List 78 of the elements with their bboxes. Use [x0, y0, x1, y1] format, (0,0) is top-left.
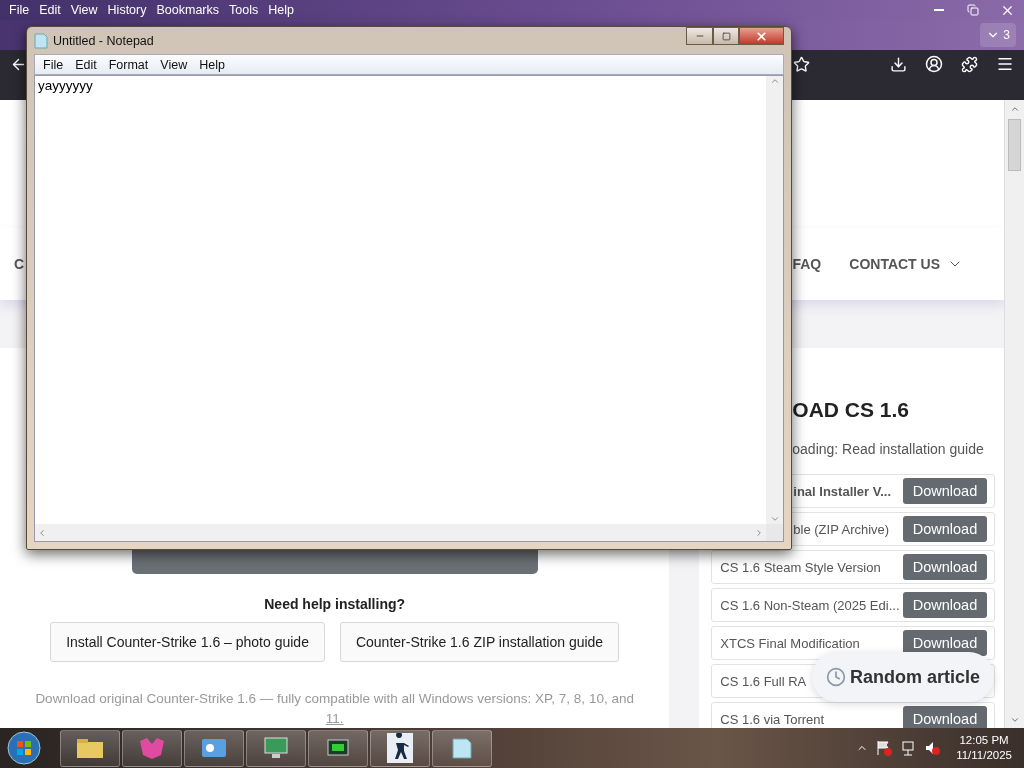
nav-link[interactable]: FAQ: [792, 256, 822, 272]
maximize-icon: [721, 31, 731, 41]
nav-link[interactable]: C: [14, 256, 25, 272]
menu-item[interactable]: File: [37, 57, 70, 72]
scroll-right-icon: [754, 527, 764, 538]
menu-icon[interactable]: [996, 55, 1014, 73]
download-button[interactable]: Download: [903, 554, 987, 580]
download-name: inal Installer V...: [793, 483, 892, 499]
folder-icon: [76, 737, 104, 759]
puzzle-icon[interactable]: [961, 55, 978, 73]
taskbar-button[interactable]: [60, 729, 120, 767]
menu-item[interactable]: Format: [102, 57, 155, 72]
notepad-icon: [452, 737, 472, 759]
description-text: Download original Counter-Strike 1.6 — fully compatible with all Windows versions: XP, 7, 8, 10, and: [35, 690, 634, 708]
guide-button[interactable]: Counter-Strike 1.6 ZIP installation guide: [339, 622, 620, 662]
close-button[interactable]: [739, 27, 784, 45]
clock[interactable]: 12:05 PM 11/11/2025: [948, 733, 1020, 763]
download-name: CS 1.6 Steam Style Version: [720, 559, 881, 575]
network-icon[interactable]: [900, 740, 917, 756]
menu-item[interactable]: File: [4, 3, 35, 17]
taskbar-button[interactable]: [184, 729, 244, 767]
monitor-icon: [327, 739, 349, 757]
windows-logo-icon: [7, 731, 41, 765]
download-name: XTCS Final Modification: [720, 635, 860, 651]
close-icon: [755, 29, 768, 43]
date-text: 11/11/2025: [956, 748, 1012, 763]
soldier-icon: [387, 733, 413, 763]
download-name: CS 1.6 via Torrent: [720, 711, 825, 727]
menu-item[interactable]: Help: [193, 57, 231, 72]
taskbar-button[interactable]: [370, 729, 430, 767]
download-button[interactable]: Download: [903, 478, 987, 504]
menu-item[interactable]: Tools: [224, 3, 264, 17]
help-heading: Need help installing?: [264, 596, 406, 612]
taskbar-button[interactable]: [246, 729, 306, 767]
download-button[interactable]: Download: [903, 592, 987, 618]
minimize-button[interactable]: [686, 27, 713, 45]
restore-icon: [967, 4, 979, 16]
taskbar-button[interactable]: [432, 729, 492, 767]
horizontal-scrollbar[interactable]: [35, 524, 766, 541]
notepad-icon: [34, 32, 48, 49]
maximize-button[interactable]: [713, 27, 739, 45]
download-name: CS 1.6 Full RA: [720, 673, 807, 689]
menu-item[interactable]: Bookmarks: [151, 3, 224, 17]
vertical-scrollbar[interactable]: [766, 76, 783, 524]
speaker-muted-icon[interactable]: [924, 740, 941, 756]
start-button[interactable]: [4, 730, 44, 766]
scroll-down-icon: [769, 514, 780, 524]
menu-item[interactable]: View: [154, 57, 194, 72]
minimize-icon: [934, 9, 944, 11]
nav-link[interactable]: CONTACT US: [849, 256, 963, 272]
flag-icon[interactable]: [876, 740, 893, 756]
star-icon[interactable]: [793, 55, 810, 73]
sidebar-subtitle: oading: Read installation guide: [792, 440, 985, 458]
sidebar-heading: OAD CS 1.6: [792, 398, 910, 422]
window-title: Untitled - Notepad: [53, 33, 154, 48]
download-button[interactable]: Download: [903, 516, 987, 542]
menu-item[interactable]: Edit: [69, 57, 103, 72]
menu-item[interactable]: Edit: [34, 3, 66, 17]
scroll-thumb[interactable]: [1008, 119, 1021, 171]
resize-grip: [766, 524, 783, 541]
menu-item[interactable]: History: [102, 3, 152, 17]
time-text: 12:05 PM: [959, 733, 1009, 748]
scrollbar[interactable]: [1004, 100, 1024, 728]
download-name: ble (ZIP Archive): [793, 521, 890, 537]
menu-item[interactable]: Help: [263, 3, 299, 17]
taskbar-button[interactable]: [308, 729, 368, 767]
scroll-left-icon: [37, 527, 47, 538]
download-button[interactable]: Download: [903, 706, 987, 728]
scroll-up-icon: [769, 76, 780, 86]
download-icon[interactable]: [890, 55, 907, 73]
guide-button[interactable]: Install Counter-Strike 1.6 – photo guide: [50, 622, 325, 662]
monitor-icon: [264, 737, 288, 759]
random-article-button[interactable]: Random article: [812, 652, 995, 702]
account-icon[interactable]: [925, 55, 943, 73]
control-panel-icon: [201, 738, 227, 758]
download-name: CS 1.6 Non-Steam (2025 Edi...: [720, 597, 900, 613]
clock-icon: [826, 667, 846, 687]
menu-item[interactable]: View: [65, 3, 103, 17]
